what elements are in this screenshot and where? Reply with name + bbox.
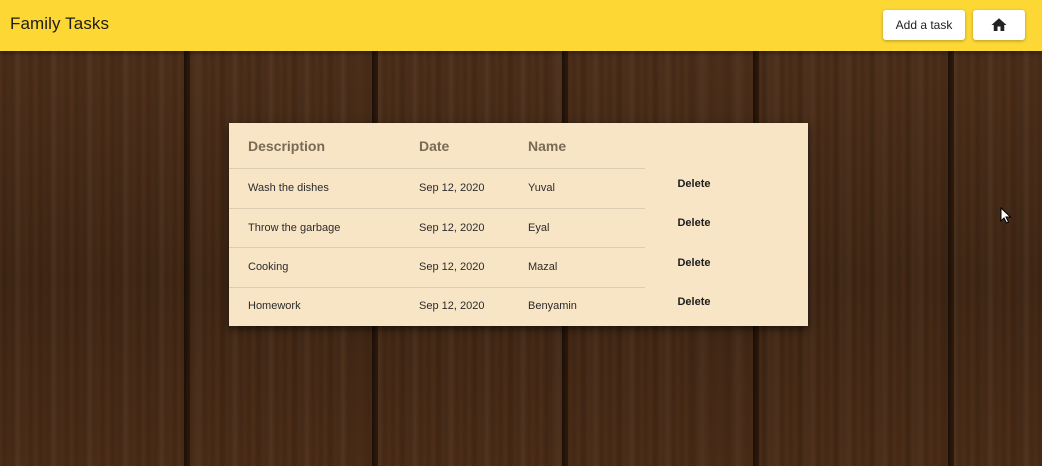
task-assignee: Yuval	[528, 182, 555, 194]
column-header-name: Name	[528, 138, 567, 154]
home-button[interactable]	[973, 10, 1025, 40]
column-header-date: Date	[419, 138, 450, 154]
delete-button[interactable]: Delete	[649, 171, 739, 197]
task-description: Cooking	[248, 261, 289, 273]
row-divider	[229, 208, 645, 209]
delete-button[interactable]: Delete	[649, 210, 739, 236]
task-assignee: Eyal	[528, 222, 550, 234]
task-date: Sep 12, 2020	[419, 182, 485, 194]
task-description: Throw the garbage	[248, 222, 341, 234]
mouse-cursor-icon	[1000, 207, 1012, 224]
task-date: Sep 12, 2020	[419, 222, 485, 234]
task-description: Homework	[248, 300, 301, 312]
task-description: Wash the dishes	[248, 182, 329, 194]
home-icon	[991, 18, 1007, 31]
task-assignee: Benyamin	[528, 300, 577, 312]
row-divider	[229, 168, 645, 169]
row-divider	[229, 247, 645, 248]
delete-button[interactable]: Delete	[649, 289, 739, 315]
app-title: Family Tasks	[10, 14, 110, 33]
delete-button[interactable]: Delete	[649, 250, 739, 276]
column-header-description: Description	[248, 138, 326, 154]
task-date: Sep 12, 2020	[419, 261, 485, 273]
app-toolbar: Family Tasks Add a task	[0, 0, 1042, 51]
row-divider	[229, 287, 645, 288]
tasks-table-card: Description Date Name Wash the dishes Se…	[229, 123, 808, 326]
task-assignee: Mazal	[528, 261, 558, 273]
add-task-button[interactable]: Add a task	[883, 10, 965, 40]
task-date: Sep 12, 2020	[419, 300, 485, 312]
